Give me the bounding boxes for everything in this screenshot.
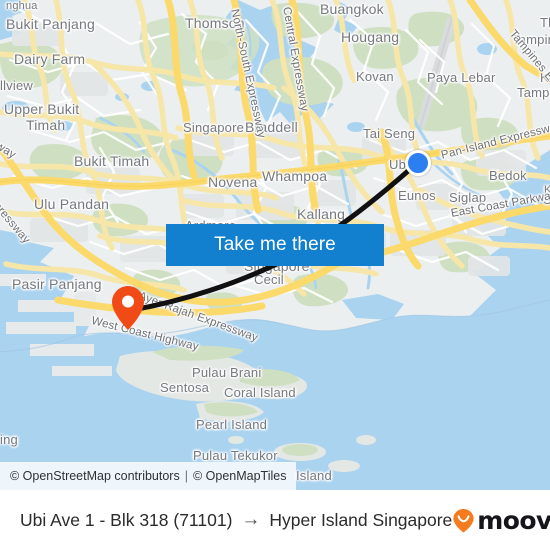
moovit-wordmark: moovit [477, 505, 550, 535]
destination-marker[interactable] [110, 284, 146, 332]
take-me-there-button[interactable]: Take me there [166, 224, 384, 266]
osm-attribution-link[interactable]: © OpenStreetMap contributors [10, 469, 180, 483]
moovit-logo[interactable]: moovit [452, 506, 550, 535]
footer-destination-label: Hyper Island Singapore [269, 509, 453, 530]
map-pin-icon [112, 286, 144, 330]
moovit-pin-icon [453, 508, 474, 532]
origin-marker[interactable] [405, 150, 431, 176]
route-footer: Ubi Ave 1 - Blk 318 (71101) → Hyper Isla… [0, 490, 550, 550]
arrow-right-icon: → [241, 509, 261, 530]
map-canvas[interactable]: nghua Bukit Panjang Thomson Buangkok Hougang… [0, 0, 550, 490]
attribution-separator: | [184, 469, 188, 483]
footer-origin-label: Ubi Ave 1 - Blk 318 (71101) [20, 509, 233, 530]
map-attribution: © OpenStreetMap contributors | © OpenMap… [0, 462, 297, 490]
route-preview-screen: nghua Bukit Panjang Thomson Buangkok Hougang… [0, 0, 550, 550]
openmaptiles-attribution-link[interactable]: © OpenMapTiles [193, 469, 287, 483]
take-me-there-label: Take me there [214, 234, 336, 255]
